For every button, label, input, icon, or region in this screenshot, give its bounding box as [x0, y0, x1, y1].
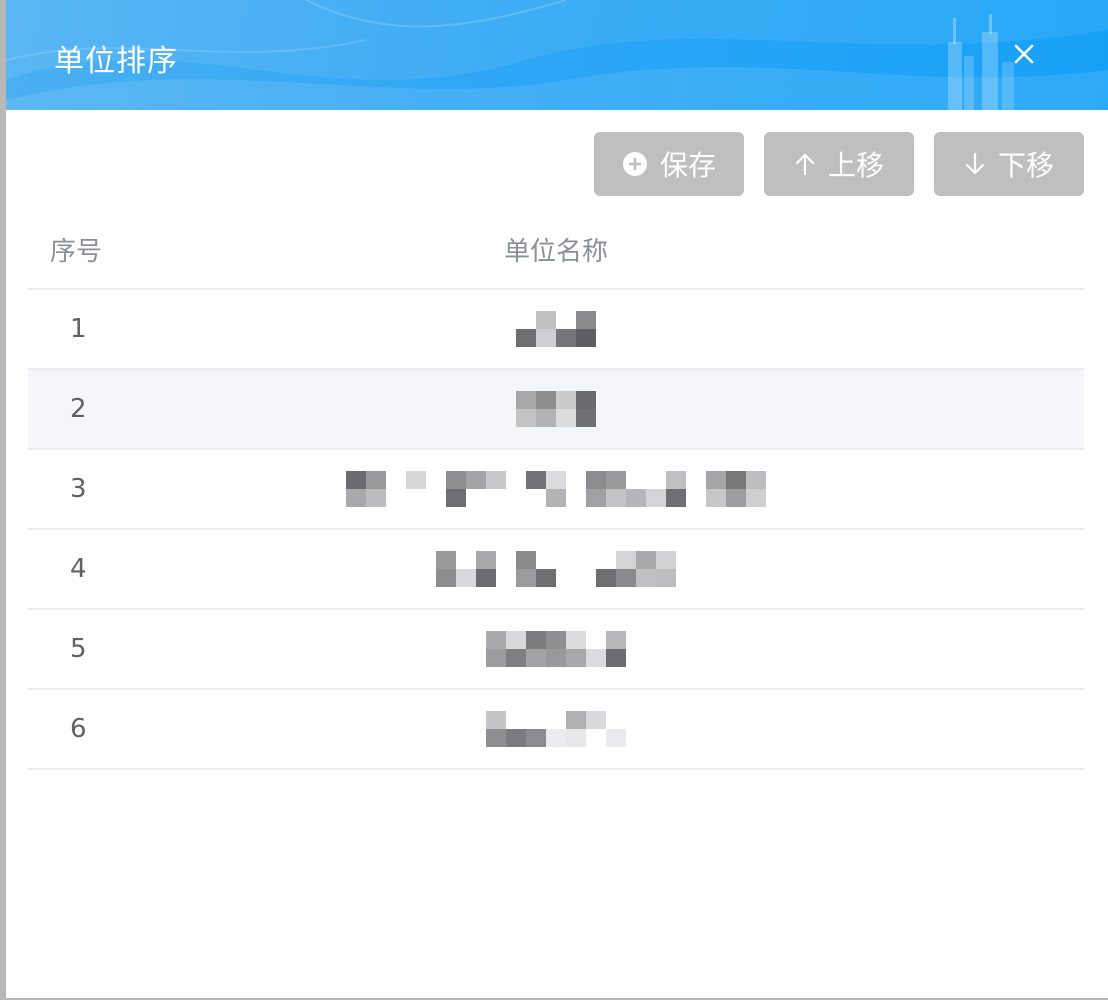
unit-sort-dialog: 单位排序 保存 上移 下移 序号 单位名称 1 2 3 4 5 6: [6, 0, 1108, 998]
pixelated-redaction: [516, 311, 596, 347]
toolbar: 保存 上移 下移: [594, 132, 1084, 196]
row-index: 5: [70, 634, 87, 664]
close-button[interactable]: [1008, 38, 1040, 70]
row-index: 3: [70, 474, 87, 504]
move-down-button-label: 下移: [997, 149, 1054, 182]
row-index: 2: [70, 394, 87, 424]
table-row[interactable]: 4: [28, 530, 1084, 610]
move-up-button[interactable]: 上移: [764, 132, 914, 196]
arrow-up-icon: [795, 153, 815, 176]
pixelated-redaction: [486, 711, 626, 747]
pixelated-redaction: [486, 631, 626, 667]
dialog-header: 单位排序: [6, 0, 1108, 110]
table-row[interactable]: 2: [28, 370, 1084, 450]
unit-table: 序号 单位名称 1 2 3 4 5 6: [28, 210, 1084, 770]
row-unit-name-redacted: [128, 471, 1084, 507]
row-unit-name-redacted: [128, 711, 1084, 747]
dialog-title: 单位排序: [54, 44, 178, 79]
row-index: 6: [70, 714, 87, 744]
plus-circle-icon: [622, 152, 647, 176]
close-icon: [1014, 44, 1034, 64]
table-row[interactable]: 1: [28, 290, 1084, 370]
row-unit-name-redacted: [128, 391, 1084, 427]
arrow-down-icon: [965, 152, 985, 175]
move-up-button-label: 上移: [827, 149, 884, 182]
row-unit-name-redacted: [128, 551, 1084, 587]
row-unit-name-redacted: [128, 311, 1084, 347]
header-unit-name: 单位名称: [503, 236, 608, 267]
pixelated-redaction: [516, 391, 596, 427]
row-index: 4: [70, 554, 87, 584]
table-row[interactable]: 5: [28, 610, 1084, 690]
table-row[interactable]: 3: [28, 450, 1084, 530]
table-header: 序号 单位名称: [28, 210, 1084, 290]
row-index: 1: [70, 314, 87, 344]
pixelated-redaction: [346, 471, 766, 507]
header-index: 序号: [50, 236, 103, 267]
table-row[interactable]: 6: [28, 690, 1084, 770]
row-unit-name-redacted: [128, 631, 1084, 667]
save-button-label: 保存: [659, 149, 716, 182]
pixelated-redaction: [436, 551, 676, 587]
move-down-button[interactable]: 下移: [934, 132, 1084, 196]
save-button[interactable]: 保存: [594, 132, 744, 196]
